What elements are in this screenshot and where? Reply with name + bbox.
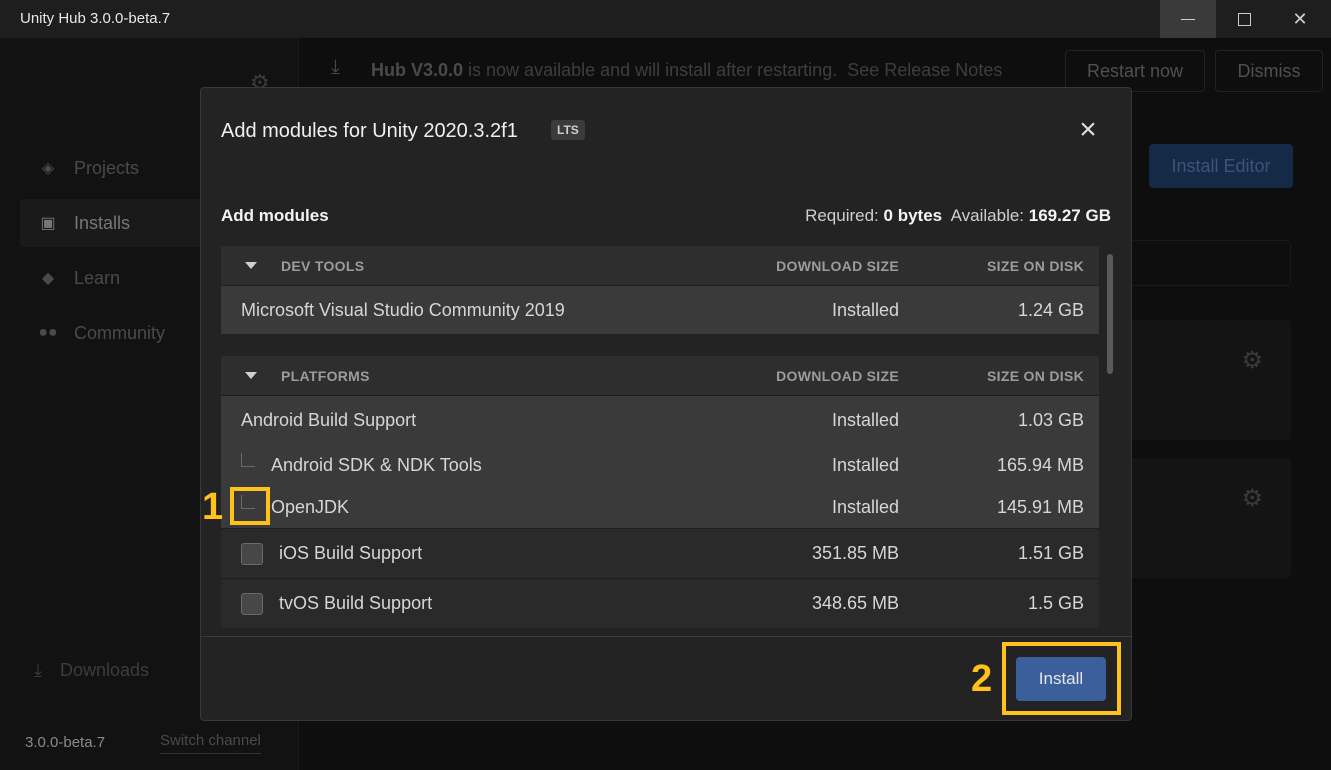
module-download-size: 348.65 MB (811, 593, 899, 613)
module-row[interactable]: iOS Build Support 351.85 MB 1.51 GB (221, 528, 1099, 578)
update-version: Hub V3.0.0 (371, 60, 464, 80)
gear-icon[interactable]: ⚙ (1241, 346, 1263, 375)
restart-now-button[interactable]: Restart now (1065, 50, 1205, 92)
annotation-number-2: 2 (971, 658, 993, 700)
dialog-title: Add modules for Unity 2020.3.2f1 (221, 120, 518, 142)
section-header[interactable]: PLATFORMS DOWNLOAD SIZE SIZE ON DISK (221, 356, 1099, 396)
lts-badge: LTS (551, 120, 585, 140)
people-icon: ●● (38, 324, 58, 341)
column-download-size: DOWNLOAD SIZE (776, 367, 899, 384)
sidebar-item-label: Community (74, 322, 166, 343)
close-icon: ✕ (1292, 8, 1308, 29)
sidebar-item-label: Projects (74, 157, 140, 178)
module-download-size: 351.85 MB (811, 543, 899, 563)
module-download-size: Installed (831, 299, 899, 320)
tree-branch-icon (241, 453, 255, 467)
lock-icon: ▣ (40, 215, 56, 232)
download-icon: ⤓ (34, 660, 42, 680)
dev-tools-section: DEV TOOLS DOWNLOAD SIZE SIZE ON DISK Mic… (221, 246, 1099, 334)
update-message: Hub V3.0.0 is now available and will ins… (371, 60, 1002, 81)
column-size-on-disk: SIZE ON DISK (987, 367, 1084, 384)
column-download-size: DOWNLOAD SIZE (776, 257, 899, 274)
gear-icon[interactable]: ⚙ (1241, 484, 1263, 513)
required-label: Required: (805, 206, 879, 225)
add-modules-dialog: Add modules for Unity 2020.3.2f1 LTS × A… (200, 87, 1132, 721)
module-row: OpenJDK Installed 145.91 MB (221, 486, 1099, 528)
module-checkbox[interactable] (241, 592, 263, 615)
sidebar-item-label: Learn (74, 267, 121, 288)
window-close-button[interactable]: ✕ (1272, 0, 1328, 38)
module-row: Android Build Support Installed 1.03 GB (221, 396, 1099, 444)
section-title: DEV TOOLS (281, 257, 365, 274)
modules-list: DEV TOOLS DOWNLOAD SIZE SIZE ON DISK Mic… (221, 246, 1099, 636)
section-title: PLATFORMS (281, 367, 370, 384)
module-disk-size: 1.51 GB (1017, 543, 1084, 563)
switch-channel-button[interactable]: Switch channel (160, 732, 261, 754)
module-row: Android SDK & NDK Tools Installed 165.94… (221, 444, 1099, 486)
module-download-size: Installed (831, 496, 899, 517)
module-download-size: Installed (831, 454, 899, 475)
available-label: Available: (950, 206, 1025, 225)
dismiss-button[interactable]: Dismiss (1215, 50, 1323, 92)
module-disk-size: 145.91 MB (996, 496, 1084, 517)
window-title: Unity Hub 3.0.0-beta.7 (20, 10, 171, 27)
collapse-triangle-icon[interactable] (245, 262, 257, 269)
maximize-button[interactable] (1216, 0, 1272, 38)
module-row: Microsoft Visual Studio Community 2019 I… (221, 286, 1099, 334)
module-download-size: Installed (831, 409, 899, 430)
module-disk-size: 1.5 GB (1027, 593, 1084, 613)
release-notes-link[interactable]: See Release Notes (847, 60, 1002, 80)
maximize-icon (1237, 12, 1251, 26)
module-row[interactable]: tvOS Build Support 348.65 MB 1.5 GB (221, 578, 1099, 628)
module-name: iOS Build Support (279, 543, 423, 563)
sidebar-item-label: Installs (74, 212, 131, 233)
minimize-button[interactable] (1160, 0, 1216, 38)
module-checkbox[interactable] (241, 542, 263, 565)
module-name: Android SDK & NDK Tools (271, 454, 482, 475)
collapse-triangle-icon[interactable] (245, 372, 257, 379)
title-bar: Unity Hub 3.0.0-beta.7 ✕ (0, 0, 1331, 38)
section-header[interactable]: DEV TOOLS DOWNLOAD SIZE SIZE ON DISK (221, 246, 1099, 286)
cube-icon: ◈ (41, 160, 55, 177)
module-name: tvOS Build Support (279, 593, 433, 613)
module-disk-size: 165.94 MB (996, 454, 1084, 475)
annotation-box-2 (1002, 642, 1121, 715)
module-name: Microsoft Visual Studio Community 2019 (241, 299, 565, 320)
annotation-box-1 (230, 487, 270, 525)
version-label: 3.0.0-beta.7 (25, 734, 106, 751)
available-value: 169.27 GB (1028, 206, 1111, 225)
required-value: 0 bytes (883, 206, 943, 225)
minimize-icon (1181, 18, 1195, 20)
update-text: is now available and will install after … (463, 60, 838, 80)
platforms-section: PLATFORMS DOWNLOAD SIZE SIZE ON DISK And… (221, 356, 1099, 628)
add-modules-heading: Add modules (221, 206, 329, 225)
downloads-button[interactable]: ⤓ Downloads (34, 660, 149, 681)
close-icon: × (1079, 113, 1097, 146)
dialog-close-button[interactable]: × (1073, 113, 1103, 146)
module-disk-size: 1.24 GB (1017, 299, 1084, 320)
module-name: Android Build Support (241, 409, 417, 430)
disk-space-info: Required: 0 bytes Available: 169.27 GB (805, 206, 1111, 226)
download-icon: ⤓ (331, 56, 340, 78)
graduation-cap-icon: ◆ (41, 270, 55, 287)
scrollbar-thumb[interactable] (1107, 254, 1113, 374)
downloads-label: Downloads (59, 660, 150, 680)
module-disk-size: 1.03 GB (1017, 409, 1084, 430)
annotation-number-1: 1 (202, 486, 224, 528)
module-name: OpenJDK (271, 496, 350, 517)
install-editor-button[interactable]: Install Editor (1149, 144, 1293, 188)
column-size-on-disk: SIZE ON DISK (987, 257, 1084, 274)
